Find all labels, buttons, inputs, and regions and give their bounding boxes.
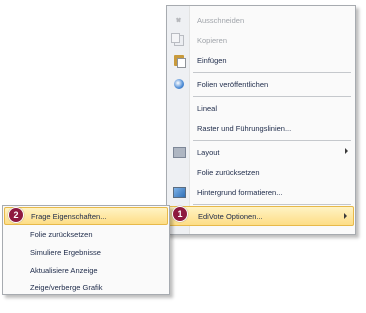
menu-item-label: Einfügen (197, 55, 227, 65)
submenu-item-label: Simuliere Ergebnisse (30, 247, 101, 257)
menu-item-label: Hintergrund formatieren... (197, 187, 283, 197)
copy-icon (171, 32, 184, 46)
submenu-arrow-icon (344, 213, 347, 219)
submenu-item-toggle-graphic[interactable]: Zeige/verberge Grafik (4, 278, 168, 296)
layout-icon (172, 146, 186, 158)
context-menu: Ausschneiden Kopieren Einfügen Folien ve… (166, 5, 356, 235)
submenu-item-question-properties[interactable]: Frage Eigenschaften... (4, 207, 168, 225)
menu-separator (193, 72, 351, 73)
menu-item-label: Raster und Führungslinien... (197, 123, 292, 133)
menu-item-edivote-options[interactable]: EdiVote Optionen... (168, 206, 354, 226)
menu-item-label: Ausschneiden (197, 15, 245, 25)
submenu-item-refresh-display[interactable]: Aktualisiere Anzeige (4, 261, 168, 279)
submenu-item-label: Zeige/verberge Grafik (30, 282, 103, 292)
edivote-submenu: Frage Eigenschaften... Folie zurücksetze… (2, 205, 170, 295)
menu-separator (193, 96, 351, 97)
menu-item-label: Lineal (197, 103, 218, 113)
menu-item-label: EdiVote Optionen... (198, 211, 263, 221)
menu-item-publish-slides[interactable]: Folien veröffentlichen (168, 74, 354, 94)
menu-item-grid-guides[interactable]: Raster und Führungslinien... (168, 118, 354, 138)
submenu-item-label: Folie zurücksetzen (30, 229, 93, 239)
menu-separator (193, 204, 351, 205)
submenu-item-label: Aktualisiere Anzeige (30, 265, 98, 275)
paste-icon (174, 54, 186, 68)
submenu-item-reset-slide[interactable]: Folie zurücksetzen (4, 225, 168, 243)
menu-item-label: Layout (197, 147, 220, 157)
menu-item-label: Folie zurücksetzen (197, 167, 260, 177)
menu-item-label: Kopieren (197, 35, 228, 45)
scissors-icon (175, 16, 183, 24)
callout-badge-1: 1 (172, 206, 188, 222)
submenu-item-simulate-results[interactable]: Simuliere Ergebnisse (4, 243, 168, 261)
menu-item-cut: Ausschneiden (168, 10, 354, 30)
menu-item-ruler[interactable]: Lineal (168, 98, 354, 118)
menu-item-layout[interactable]: Layout (168, 142, 354, 162)
menu-item-label: Folien veröffentlichen (197, 79, 269, 89)
menu-separator (193, 140, 351, 141)
menu-item-copy: Kopieren (168, 30, 354, 50)
background-icon (172, 186, 186, 198)
publish-icon (174, 79, 184, 89)
callout-badge-2: 2 (8, 207, 24, 223)
menu-item-reset-slide[interactable]: Folie zurücksetzen (168, 162, 354, 182)
menu-item-format-background[interactable]: Hintergrund formatieren... (168, 182, 354, 202)
menu-item-paste[interactable]: Einfügen (168, 50, 354, 70)
submenu-arrow-icon (345, 148, 348, 154)
